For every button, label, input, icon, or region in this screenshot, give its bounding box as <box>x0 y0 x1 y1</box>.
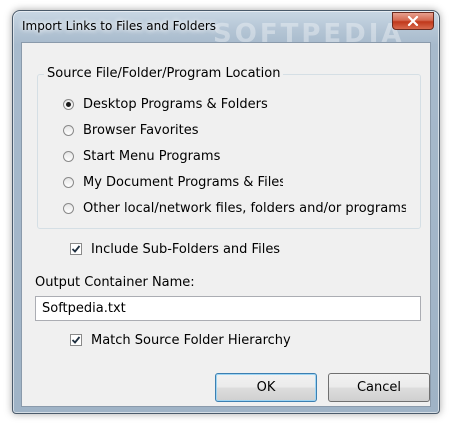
radio-button[interactable] <box>63 202 74 214</box>
radio-button[interactable] <box>63 176 74 188</box>
radio-label: Browser Favorites <box>83 122 199 138</box>
checkmark-icon <box>71 245 81 253</box>
match-hierarchy-checkbox-row[interactable]: Match Source Folder Hierarchy <box>70 331 291 349</box>
include-subfolders-checkbox-row[interactable]: Include Sub-Folders and Files <box>70 240 280 258</box>
title-bar[interactable]: SOFTPEDIA Import Links to Files and Fold… <box>13 11 439 49</box>
radio-button[interactable] <box>63 98 74 110</box>
radio-button[interactable] <box>63 150 74 162</box>
radio-start-menu[interactable]: Start Menu Programs <box>63 147 220 165</box>
dialog-client-area: Source File/Folder/Program Location Desk… <box>21 42 431 407</box>
source-location-group: Source File/Folder/Program Location Desk… <box>37 66 421 229</box>
source-location-legend: Source File/Folder/Program Location <box>44 66 284 81</box>
window-title: Import Links to Files and Folders <box>22 19 217 33</box>
close-icon <box>407 16 419 26</box>
output-container-input[interactable] <box>35 296 421 321</box>
match-hierarchy-label: Match Source Folder Hierarchy <box>91 332 291 348</box>
radio-label: Start Menu Programs <box>83 148 221 164</box>
checkmark-icon <box>71 336 81 344</box>
radio-label: My Document Programs & Files <box>83 174 283 190</box>
radio-label: Other local/network files, folders and/o… <box>83 200 406 216</box>
radio-my-documents[interactable]: My Document Programs & Files <box>63 173 283 191</box>
radio-browser-favorites[interactable]: Browser Favorites <box>63 121 199 139</box>
radio-button[interactable] <box>63 124 74 136</box>
cancel-button[interactable]: Cancel <box>328 373 430 402</box>
output-container-label: Output Container Name: <box>35 275 195 290</box>
ok-button[interactable]: OK <box>215 373 317 402</box>
import-links-dialog: SOFTPEDIA Import Links to Files and Fold… <box>12 10 440 414</box>
radio-label: Desktop Programs & Folders <box>83 96 268 112</box>
close-button[interactable] <box>392 12 434 30</box>
radio-other-files[interactable]: Other local/network files, folders and/o… <box>63 199 406 217</box>
radio-desktop-programs[interactable]: Desktop Programs & Folders <box>63 95 268 113</box>
include-subfolders-checkbox[interactable] <box>70 243 82 255</box>
match-hierarchy-checkbox[interactable] <box>70 334 82 346</box>
include-subfolders-label: Include Sub-Folders and Files <box>91 241 281 257</box>
